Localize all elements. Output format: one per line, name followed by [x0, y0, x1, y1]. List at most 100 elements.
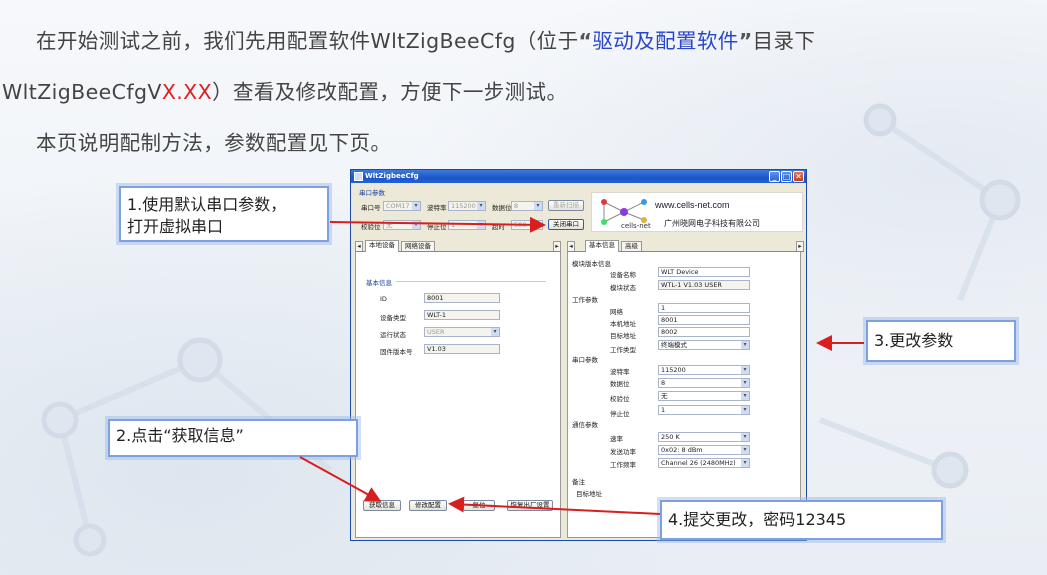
callout-step-1: 1.使用默认串口参数， 打开虚拟串口	[119, 186, 329, 242]
local-addr-field[interactable]: 8001	[658, 315, 750, 325]
tab-basic-info[interactable]: 基本信息	[585, 240, 619, 252]
intro-line-1-text: 在开始测试之前，我们先用配置软件WltZigBeeCfg（位于	[36, 29, 579, 53]
chevron-down-icon: ▾	[741, 341, 749, 349]
power-label: 发送功率	[610, 448, 636, 456]
callout-step-3: 3.更改参数	[866, 320, 1016, 362]
data-bits-select[interactable]: 8 ▾	[511, 201, 543, 211]
tab-advanced[interactable]: 高级	[621, 241, 642, 251]
tab-scroll-left[interactable]: ◂	[355, 241, 363, 251]
comm-group-title: 通信参数	[572, 421, 598, 429]
folder-name: 驱动及配置软件	[592, 29, 739, 53]
device-info-panel: 基本信息 ID 8001 设备类型 WLT-1 运行状态 USER ▾ 固件版本号…	[355, 252, 561, 538]
modify-config-button[interactable]: 修改配置	[409, 500, 447, 511]
serial-params-group-title: 串口参数	[572, 356, 598, 364]
port-label: 串口号	[361, 204, 381, 212]
module-params-panel: 模块版本信息 设备名称 WLT Device 模块状态 WTL-1 V1.03 …	[567, 252, 801, 538]
work-type-value: 终端模式	[661, 341, 687, 349]
close-icon: ✕	[795, 172, 802, 181]
chevron-down-icon: ▾	[741, 406, 749, 414]
timeout-value: 500	[514, 221, 527, 229]
module-parity-select[interactable]: 无 ▾	[658, 391, 750, 401]
chevron-down-icon: ▾	[477, 221, 485, 229]
device-name-field[interactable]: WLT Device	[658, 267, 750, 277]
close-window-button[interactable]: ✕	[793, 171, 804, 182]
target-addr-field[interactable]: 8002	[658, 327, 750, 337]
rescan-button[interactable]: 重新扫描	[548, 200, 584, 211]
timeout-input[interactable]: 500	[511, 220, 543, 230]
stop-bits-select[interactable]: 1 ▾	[448, 220, 486, 230]
intro-line-2-text: WltZigBeeCfgV	[2, 80, 162, 104]
callout-step-1-line-1: 1.使用默认串口参数，	[127, 195, 287, 214]
chevron-down-icon: ▾	[534, 202, 542, 210]
factory-reset-button[interactable]: 恢复出厂设置	[507, 500, 553, 511]
intro-line-1: 在开始测试之前，我们先用配置软件WltZigBeeCfg（位于“驱动及配置软件”…	[36, 24, 815, 54]
rate-select[interactable]: 250 K ▾	[658, 432, 750, 442]
left-tab-strip: ◂ 本地设备 网络设备 ▸	[355, 240, 561, 252]
intro-line-3: 本页说明配制方法，参数配置见下页。	[36, 131, 392, 155]
work-type-select[interactable]: 终端模式 ▾	[658, 340, 750, 350]
maximize-button[interactable]: □	[781, 171, 792, 182]
module-baud-select[interactable]: 115200 ▾	[658, 365, 750, 375]
intro-line-1-tail: 目录下	[752, 29, 816, 53]
company-url: www.cells-net.com	[655, 200, 730, 210]
device-type-field: WLT-1	[424, 310, 500, 320]
port-value: COM17	[386, 202, 410, 210]
freq-value: Channel 26 (2480MHz)	[661, 459, 736, 467]
reset-button[interactable]: 复位	[463, 500, 495, 511]
module-data-bits-select[interactable]: 8 ▾	[658, 378, 750, 388]
device-name-label: 设备名称	[610, 271, 636, 279]
tab-local-device[interactable]: 本地设备	[365, 240, 399, 252]
baud-select[interactable]: 115200 ▾	[448, 201, 486, 211]
chevron-down-icon: ▾	[412, 221, 420, 229]
company-logo-panel: www.cells-net.com cells-net 广州晓网电子科技有限公司	[591, 192, 803, 232]
module-parity-value: 无	[661, 392, 668, 400]
close-port-button[interactable]: 关闭串口	[548, 219, 584, 230]
callout-step-1-line-2: 打开虚拟串口	[127, 217, 224, 236]
quote-open: “	[578, 29, 593, 53]
tab-scroll-right[interactable]: ▸	[553, 241, 561, 251]
power-select[interactable]: 0x02: 8 dBm ▾	[658, 445, 750, 455]
rate-value: 250 K	[661, 433, 680, 441]
tab-scroll-left[interactable]: ◂	[567, 241, 575, 251]
parity-select[interactable]: 无 ▾	[383, 220, 421, 230]
company-name: 广州晓网电子科技有限公司	[664, 219, 760, 228]
tab-network-device[interactable]: 网络设备	[401, 241, 435, 251]
module-baud-value: 115200	[661, 366, 686, 374]
serial-group-title: 串口参数	[359, 189, 385, 197]
net-field[interactable]: 1	[658, 303, 750, 313]
firmware-label: 固件版本号	[380, 348, 413, 356]
freq-label: 工作频率	[610, 461, 636, 469]
stop-bits-label: 停止位	[427, 223, 447, 231]
quote-close: ”	[738, 29, 753, 53]
version-group-title: 模块版本信息	[572, 260, 611, 268]
id-label: ID	[380, 295, 387, 303]
chevron-down-icon: ▾	[741, 433, 749, 441]
work-type-label: 工作类型	[610, 346, 636, 354]
stop-bits-value: 1	[451, 221, 456, 229]
run-state-label: 运行状态	[380, 331, 406, 339]
chevron-down-icon: ▾	[741, 379, 749, 387]
port-select[interactable]: COM17 ▾	[383, 201, 421, 211]
rate-label: 速率	[610, 435, 623, 443]
id-field: 8001	[424, 293, 500, 303]
tab-scroll-right[interactable]: ▸	[796, 241, 804, 251]
run-state-select[interactable]: USER ▾	[424, 327, 500, 337]
window-title-bar[interactable]: WltZigbeeCfg _ □ ✕	[351, 170, 806, 183]
module-data-bits-value: 8	[661, 379, 666, 387]
baud-value: 115200	[451, 202, 476, 210]
module-stop-bits-value: 1	[661, 406, 666, 414]
local-addr-label: 本机地址	[610, 320, 636, 328]
module-stop-bits-select[interactable]: 1 ▾	[658, 405, 750, 415]
version-placeholder: X.XX	[161, 80, 213, 104]
get-info-button[interactable]: 获取信息	[363, 500, 401, 511]
module-data-bits-label: 数据位	[610, 380, 630, 388]
basic-info-title: 基本信息	[366, 279, 392, 287]
freq-select[interactable]: Channel 26 (2480MHz) ▾	[658, 458, 750, 468]
divider	[396, 281, 546, 282]
chevron-down-icon: ▾	[741, 366, 749, 374]
module-stop-bits-label: 停止位	[610, 410, 630, 418]
minimize-button[interactable]: _	[769, 171, 780, 182]
parity-value: 无	[386, 221, 393, 229]
maximize-icon: □	[782, 172, 791, 181]
device-type-label: 设备类型	[380, 314, 406, 322]
